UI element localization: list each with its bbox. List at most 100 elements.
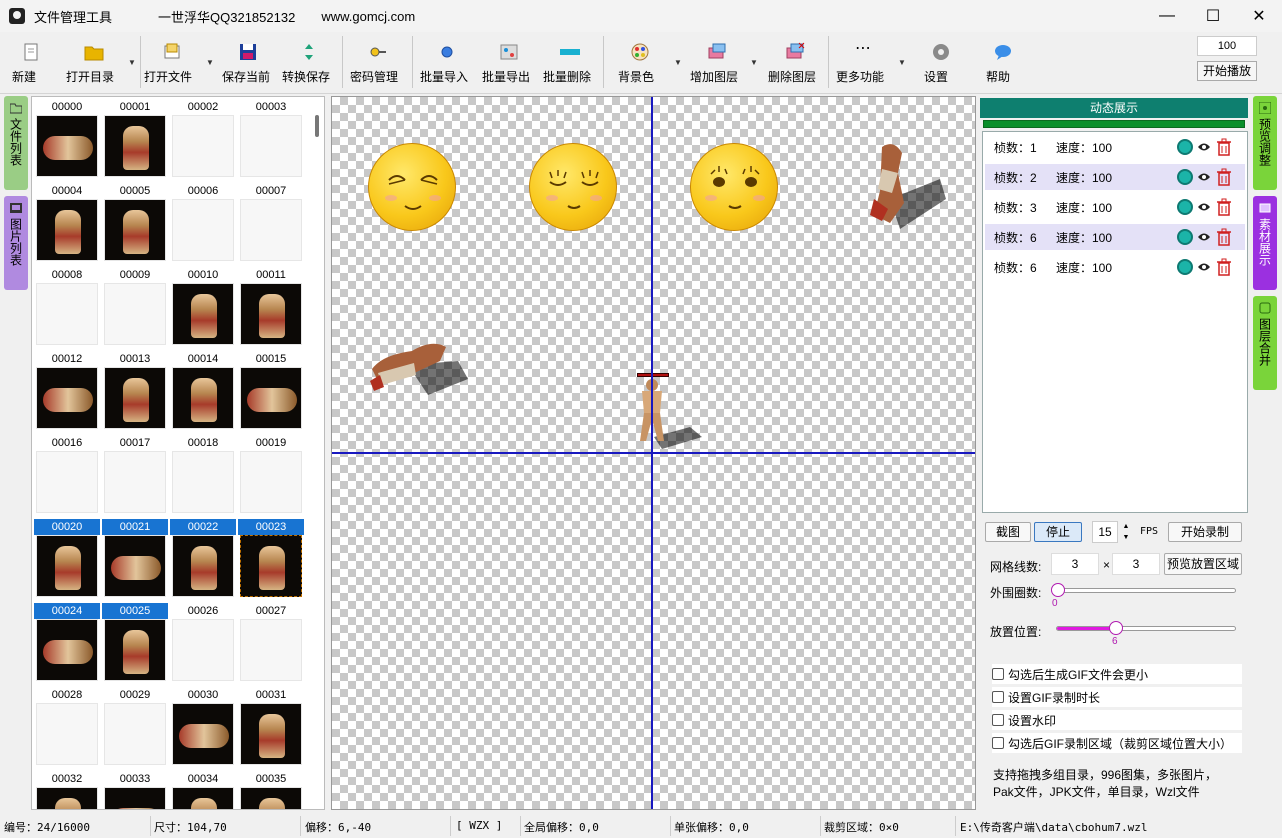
eye-icon[interactable] [1197,141,1211,153]
eye-icon[interactable] [1197,261,1211,273]
batch-import-button[interactable]: 批量导入 [420,38,474,90]
add-layer-button[interactable]: 增加图层 [690,38,744,90]
save-current-button[interactable]: 保存当前 [222,38,274,90]
help-button[interactable]: 帮助 [986,38,1020,90]
thumbnail-image[interactable] [240,619,302,681]
settings-button[interactable]: 设置 [924,38,958,90]
maximize-button[interactable]: ☐ [1190,0,1236,32]
trash-icon[interactable] [1217,228,1231,246]
color-dot-icon[interactable] [1177,229,1193,245]
outer-circles-slider[interactable] [1051,583,1236,597]
option-checkbox[interactable]: 勾选后生成GIF文件会更小 [992,664,1242,684]
thumbnail-image[interactable] [172,535,234,597]
color-dot-icon[interactable] [1177,259,1193,275]
new-button[interactable]: 新建 [12,38,50,90]
eye-icon[interactable] [1197,201,1211,213]
thumbnail-image[interactable] [240,367,302,429]
thumbnail-image[interactable] [240,115,302,177]
thumbnail-image[interactable] [36,535,98,597]
checkbox-box[interactable] [992,737,1004,749]
batch-delete-button[interactable]: 批量删除 [543,38,597,90]
checkbox-box[interactable] [992,668,1004,680]
thumbnail-image[interactable] [240,535,302,597]
thumbnail-image[interactable] [36,367,98,429]
option-checkbox[interactable]: 勾选后GIF录制区域（裁剪区域位置大小） [992,733,1242,753]
thumbnail-image[interactable] [172,619,234,681]
frame-row[interactable]: 桢数：2 速度：100 [985,164,1245,190]
frame-row[interactable]: 桢数：3 速度：100 [985,194,1245,220]
eye-icon[interactable] [1197,171,1211,183]
checkbox-box[interactable] [992,714,1004,726]
convert-save-button[interactable]: 转换保存 [282,38,336,90]
thumbnail-image[interactable] [172,703,234,765]
preview-area-button[interactable]: 预览放置区域 [1164,553,1242,575]
tab-file-list[interactable]: 文件列表 [4,96,28,190]
thumbnail-image[interactable] [240,199,302,261]
thumbnail-image[interactable] [240,451,302,513]
screenshot-button[interactable]: 截图 [985,522,1031,542]
color-dot-icon[interactable] [1177,169,1193,185]
thumbnail-image[interactable] [172,115,234,177]
eye-icon[interactable] [1197,231,1211,243]
thumbnail-image[interactable] [104,283,166,345]
outer-slider-thumb[interactable] [1051,583,1065,597]
open-dir-dropdown-icon[interactable]: ▼ [128,58,136,67]
option-checkbox[interactable]: 设置GIF录制时长 [992,687,1242,707]
stop-button[interactable]: 停止 [1034,522,1082,542]
more-dropdown-icon[interactable]: ▼ [898,58,906,67]
tab-image-list[interactable]: 图片列表 [4,196,28,290]
thumbnail-image[interactable] [36,787,98,809]
thumbnail-scrollbar[interactable] [315,115,319,137]
frame-row[interactable]: 桢数：6 速度：100 [985,224,1245,250]
thumbnail-image[interactable] [36,199,98,261]
add-layer-dropdown-icon[interactable]: ▼ [750,58,758,67]
thumbnail-image[interactable] [104,115,166,177]
thumbnail-image[interactable] [172,787,234,809]
play-speed-input[interactable]: 100 [1197,36,1257,56]
frame-row[interactable]: 桢数：6 速度：100 [985,254,1245,280]
bg-color-dropdown-icon[interactable]: ▼ [674,58,682,67]
trash-icon[interactable] [1217,198,1231,216]
thumbnail-image[interactable] [36,451,98,513]
fps-spinner-icon[interactable]: ▲ ▼ [1120,521,1132,543]
thumbnail-image[interactable] [172,451,234,513]
thumbnail-image[interactable] [172,199,234,261]
grid-x-input[interactable]: 3 [1051,553,1099,575]
open-file-dropdown-icon[interactable]: ▼ [206,58,214,67]
tab-layer-merge[interactable]: 图层合并 [1253,296,1277,390]
thumbnail-image[interactable] [104,451,166,513]
trash-icon[interactable] [1217,138,1231,156]
open-dir-button[interactable]: 打开目录 [66,38,122,90]
preview-canvas[interactable] [331,96,976,810]
start-play-button[interactable]: 开始播放 [1197,61,1257,81]
thumbnail-image[interactable] [172,367,234,429]
thumbnail-image[interactable] [36,115,98,177]
start-record-button[interactable]: 开始录制 [1168,522,1242,542]
close-button[interactable]: ✕ [1236,0,1282,32]
thumbnail-image[interactable] [104,535,166,597]
trash-icon[interactable] [1217,258,1231,276]
thumbnail-image[interactable] [240,703,302,765]
thumbnail-image[interactable] [172,283,234,345]
fps-input[interactable]: 15 [1092,521,1118,543]
grid-y-input[interactable]: 3 [1112,553,1160,575]
thumbnail-image[interactable] [36,283,98,345]
option-checkbox[interactable]: 设置水印 [992,710,1242,730]
color-dot-icon[interactable] [1177,139,1193,155]
thumbnail-image[interactable] [104,619,166,681]
tab-preview-adjust[interactable]: 预览调整 [1253,96,1277,190]
thumbnail-image[interactable] [36,703,98,765]
more-features-button[interactable]: ⋯ 更多功能 [836,38,890,90]
thumbnail-image[interactable] [240,283,302,345]
thumbnail-image[interactable] [240,787,302,809]
thumbnail-image[interactable] [104,199,166,261]
batch-export-button[interactable]: 批量导出 [482,38,536,90]
minimize-button[interactable]: — [1144,0,1190,32]
checkbox-box[interactable] [992,691,1004,703]
bg-color-button[interactable]: 背景色 [618,38,662,90]
color-dot-icon[interactable] [1177,199,1193,215]
delete-layer-button[interactable]: 删除图层 [768,38,822,90]
frame-row[interactable]: 桢数：1 速度：100 [985,134,1245,160]
trash-icon[interactable] [1217,168,1231,186]
thumbnail-image[interactable] [104,367,166,429]
